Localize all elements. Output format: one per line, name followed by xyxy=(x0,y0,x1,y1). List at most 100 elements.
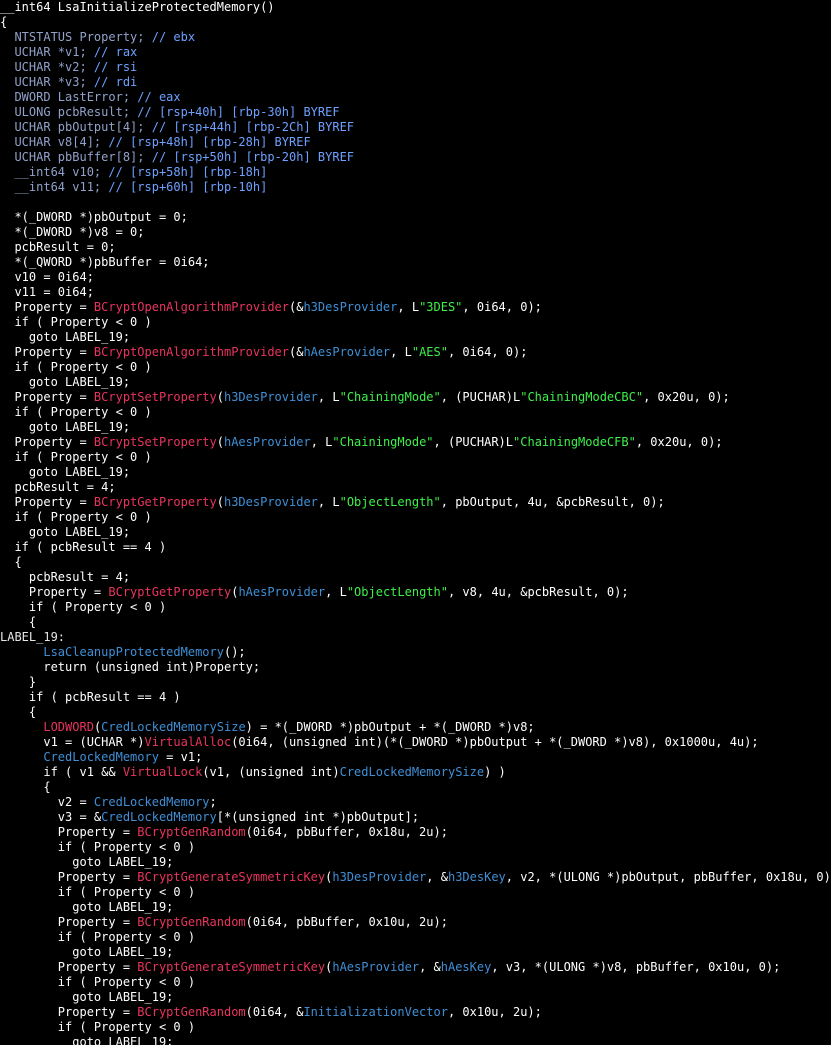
code-line[interactable]: if ( Property < 0 ) xyxy=(0,975,831,990)
function-call[interactable]: BCryptGetProperty xyxy=(108,585,231,599)
code-line[interactable]: if ( pcbResult == 4 ) xyxy=(0,540,831,555)
function-call[interactable]: BCryptGenRandom xyxy=(137,915,245,929)
code-line[interactable]: goto LABEL_19; xyxy=(0,855,831,870)
code-line[interactable]: goto LABEL_19; xyxy=(0,375,831,390)
function-call[interactable]: BCryptGenRandom xyxy=(137,825,245,839)
code-line[interactable]: { xyxy=(0,555,831,570)
code-line[interactable]: Property = BCryptGetProperty(hAesProvide… xyxy=(0,585,831,600)
global-symbol[interactable]: h3DesProvider xyxy=(224,495,318,509)
code-line[interactable]: goto LABEL_19; xyxy=(0,945,831,960)
global-symbol[interactable]: CredLockedMemory xyxy=(43,750,159,764)
code-line[interactable]: if ( Property < 0 ) xyxy=(0,930,831,945)
global-symbol[interactable]: hAesProvider xyxy=(303,345,390,359)
code-line[interactable]: Property = BCryptOpenAlgorithmProvider(&… xyxy=(0,345,831,360)
code-line[interactable]: Property = BCryptGenRandom(0i64, &Initia… xyxy=(0,1005,831,1020)
code-line[interactable]: __int64 LsaInitializeProtectedMemory() xyxy=(0,0,831,15)
code-line[interactable]: { xyxy=(0,15,831,30)
code-line[interactable]: UCHAR v8[4]; // [rsp+48h] [rbp-28h] BYRE… xyxy=(0,135,831,150)
function-call[interactable]: VirtualAlloc xyxy=(145,735,232,749)
global-symbol[interactable]: h3DesProvider xyxy=(303,300,397,314)
function-call[interactable]: BCryptOpenAlgorithmProvider xyxy=(94,345,289,359)
function-call[interactable]: BCryptSetProperty xyxy=(94,435,217,449)
code-line[interactable]: Property = BCryptGenerateSymmetricKey(h3… xyxy=(0,870,831,885)
global-symbol[interactable]: hAesProvider xyxy=(224,435,311,449)
code-line[interactable]: UCHAR *v2; // rsi xyxy=(0,60,831,75)
global-symbol[interactable]: InitializationVector xyxy=(303,1005,448,1019)
code-line[interactable]: goto LABEL_19; xyxy=(0,1035,831,1045)
function-call[interactable]: LODWORD xyxy=(43,720,94,734)
code-line[interactable]: { xyxy=(0,705,831,720)
code-line[interactable]: UCHAR pbOutput[4]; // [rsp+44h] [rbp-2Ch… xyxy=(0,120,831,135)
code-line[interactable]: if ( Property < 0 ) xyxy=(0,1020,831,1035)
function-call[interactable]: BCryptGenerateSymmetricKey xyxy=(137,870,325,884)
code-line[interactable]: if ( pcbResult == 4 ) xyxy=(0,690,831,705)
code-line[interactable]: if ( Property < 0 ) xyxy=(0,510,831,525)
global-symbol[interactable]: h3DesProvider xyxy=(332,870,426,884)
code-line[interactable]: if ( Property < 0 ) xyxy=(0,840,831,855)
code-line[interactable]: UCHAR *v3; // rdi xyxy=(0,75,831,90)
code-line[interactable]: UCHAR pbBuffer[8]; // [rsp+50h] [rbp-20h… xyxy=(0,150,831,165)
code-line[interactable]: Property = BCryptGetProperty(h3DesProvid… xyxy=(0,495,831,510)
global-symbol[interactable]: CredLockedMemory xyxy=(94,795,210,809)
code-line[interactable]: Property = BCryptOpenAlgorithmProvider(&… xyxy=(0,300,831,315)
code-line[interactable]: if ( Property < 0 ) xyxy=(0,315,831,330)
code-line[interactable]: Property = BCryptSetProperty(hAesProvide… xyxy=(0,435,831,450)
code-line[interactable]: v10 = 0i64; xyxy=(0,270,831,285)
global-symbol[interactable]: h3DesProvider xyxy=(224,390,318,404)
code-line[interactable]: goto LABEL_19; xyxy=(0,330,831,345)
global-symbol[interactable]: hAesProvider xyxy=(238,585,325,599)
code-line[interactable]: UCHAR *v1; // rax xyxy=(0,45,831,60)
code-line[interactable]: v2 = CredLockedMemory; xyxy=(0,795,831,810)
global-symbol[interactable]: CredLockedMemory xyxy=(101,810,217,824)
code-line[interactable]: if ( Property < 0 ) xyxy=(0,405,831,420)
code-line[interactable]: *(_DWORD *)pbOutput = 0; xyxy=(0,210,831,225)
global-symbol[interactable]: hAesKey xyxy=(441,960,492,974)
code-line[interactable]: if ( v1 && VirtualLock(v1, (unsigned int… xyxy=(0,765,831,780)
code-line[interactable]: goto LABEL_19; xyxy=(0,465,831,480)
code-line[interactable]: *(_QWORD *)pbBuffer = 0i64; xyxy=(0,255,831,270)
code-label[interactable]: LABEL_19: xyxy=(0,630,65,644)
code-line[interactable]: DWORD LastError; // eax xyxy=(0,90,831,105)
global-symbol[interactable]: LsaCleanupProtectedMemory xyxy=(43,645,224,659)
function-call[interactable]: BCryptSetProperty xyxy=(94,390,217,404)
code-line[interactable]: __int64 v10; // [rsp+58h] [rbp-18h] xyxy=(0,165,831,180)
code-line[interactable]: if ( Property < 0 ) xyxy=(0,360,831,375)
code-line[interactable] xyxy=(0,195,831,210)
code-line[interactable]: __int64 v11; // [rsp+60h] [rbp-10h] xyxy=(0,180,831,195)
code-line[interactable]: pcbResult = 0; xyxy=(0,240,831,255)
code-line[interactable]: goto LABEL_19; xyxy=(0,420,831,435)
function-call[interactable]: VirtualLock xyxy=(123,765,202,779)
code-line[interactable]: LABEL_19: xyxy=(0,630,831,645)
global-symbol[interactable]: hAesProvider xyxy=(332,960,419,974)
code-line[interactable]: v11 = 0i64; xyxy=(0,285,831,300)
code-line[interactable]: NTSTATUS Property; // ebx xyxy=(0,30,831,45)
global-symbol[interactable]: h3DesKey xyxy=(448,870,506,884)
global-symbol[interactable]: CredLockedMemorySize xyxy=(101,720,246,734)
function-call[interactable]: BCryptGetProperty xyxy=(94,495,217,509)
code-line[interactable]: CredLockedMemory = v1; xyxy=(0,750,831,765)
code-line[interactable]: Property = BCryptSetProperty(h3DesProvid… xyxy=(0,390,831,405)
code-line[interactable]: Property = BCryptGenerateSymmetricKey(hA… xyxy=(0,960,831,975)
code-line[interactable]: ULONG pcbResult; // [rsp+40h] [rbp-30h] … xyxy=(0,105,831,120)
global-symbol[interactable]: CredLockedMemorySize xyxy=(340,765,485,779)
code-line[interactable]: v3 = &CredLockedMemory[*(unsigned int *)… xyxy=(0,810,831,825)
code-line[interactable]: Property = BCryptGenRandom(0i64, pbBuffe… xyxy=(0,915,831,930)
function-call[interactable]: BCryptOpenAlgorithmProvider xyxy=(94,300,289,314)
code-line[interactable]: } xyxy=(0,675,831,690)
function-call[interactable]: BCryptGenerateSymmetricKey xyxy=(137,960,325,974)
code-line[interactable]: { xyxy=(0,780,831,795)
code-line[interactable]: if ( Property < 0 ) xyxy=(0,450,831,465)
pseudocode-view[interactable]: __int64 LsaInitializeProtectedMemory(){ … xyxy=(0,0,831,1045)
code-line[interactable]: if ( Property < 0 ) xyxy=(0,885,831,900)
code-line[interactable]: LsaCleanupProtectedMemory(); xyxy=(0,645,831,660)
function-call[interactable]: BCryptGenRandom xyxy=(137,1005,245,1019)
code-line[interactable]: if ( Property < 0 ) xyxy=(0,600,831,615)
code-line[interactable]: *(_DWORD *)v8 = 0; xyxy=(0,225,831,240)
code-line[interactable]: { xyxy=(0,615,831,630)
code-line[interactable]: goto LABEL_19; xyxy=(0,525,831,540)
code-line[interactable]: return (unsigned int)Property; xyxy=(0,660,831,675)
code-line[interactable]: LODWORD(CredLockedMemorySize) = *(_DWORD… xyxy=(0,720,831,735)
code-line[interactable]: Property = BCryptGenRandom(0i64, pbBuffe… xyxy=(0,825,831,840)
code-line[interactable]: goto LABEL_19; xyxy=(0,900,831,915)
code-line[interactable]: v1 = (UCHAR *)VirtualAlloc(0i64, (unsign… xyxy=(0,735,831,750)
